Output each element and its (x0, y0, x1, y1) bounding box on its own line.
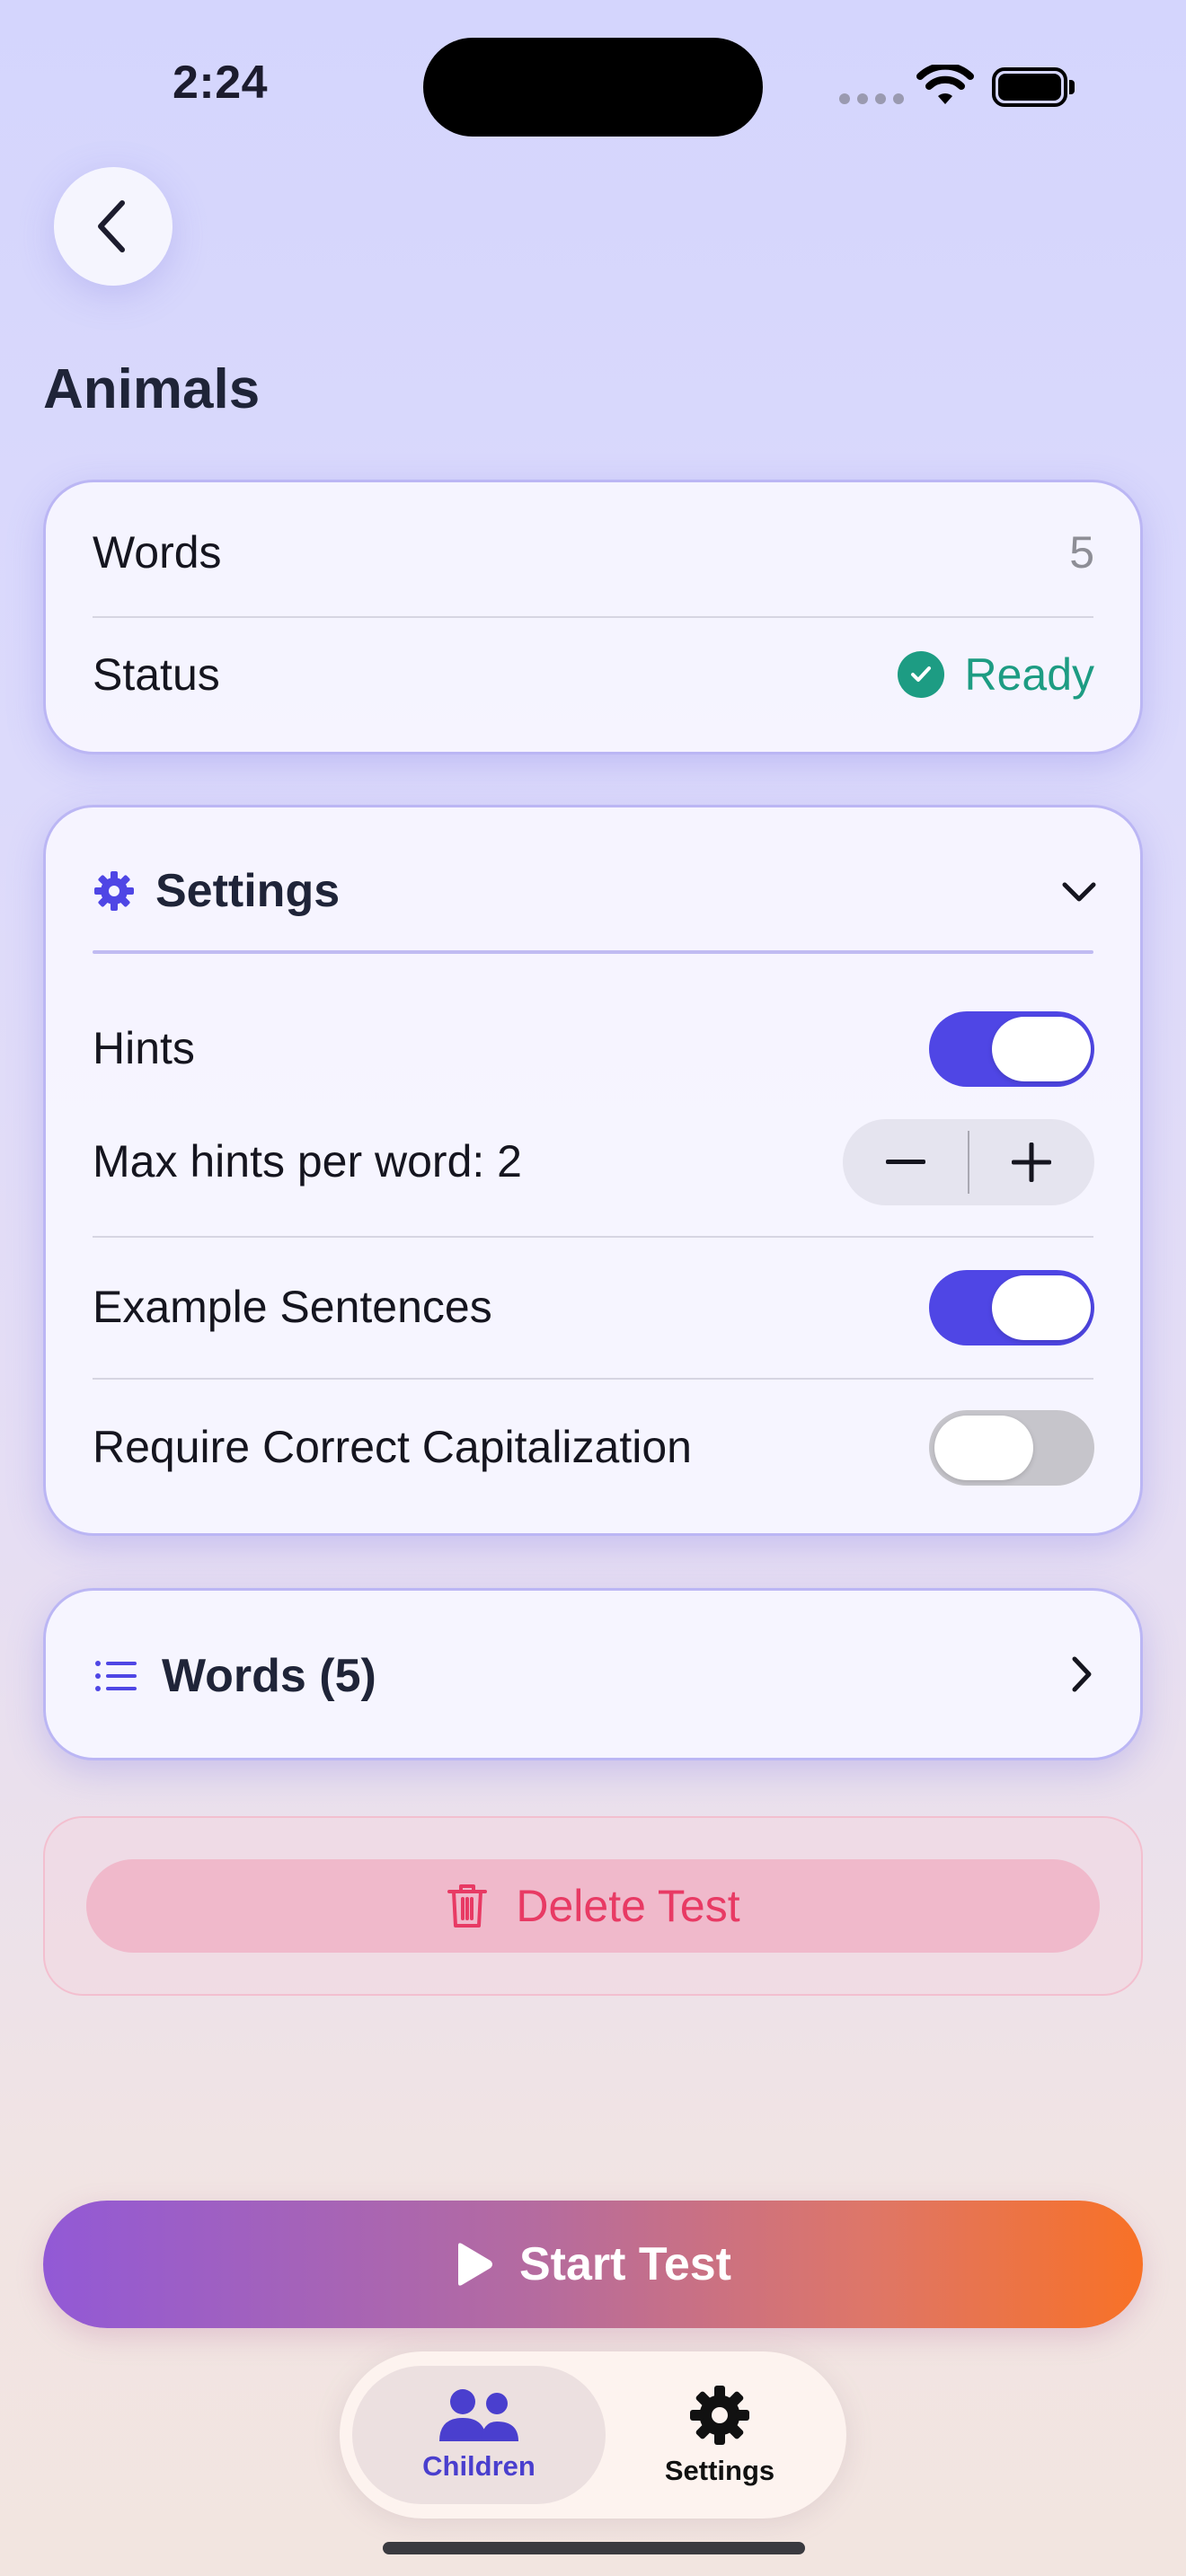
words-count-label: Words (93, 527, 222, 578)
status-value: Ready (964, 649, 1094, 700)
settings-title: Settings (155, 865, 341, 917)
hints-toggle[interactable] (929, 1011, 1094, 1087)
capitalization-label: Require Correct Capitalization (93, 1422, 692, 1472)
example-sentences-toggle[interactable] (929, 1270, 1094, 1345)
checkmark-circle-icon (898, 651, 945, 698)
example-sentences-label: Example Sentences (93, 1282, 492, 1332)
status-time: 2:24 (173, 57, 269, 109)
cellular-signal-icon (839, 93, 904, 104)
gear-icon (690, 2386, 749, 2445)
home-indicator (383, 2542, 805, 2554)
delete-test-label: Delete Test (516, 1881, 740, 1931)
chevron-right-icon (1072, 1656, 1092, 1692)
battery-icon (992, 67, 1075, 107)
divider (93, 616, 1093, 618)
words-count-row: Words 5 (93, 526, 1094, 578)
tab-bar: Children Settings (340, 2351, 846, 2519)
words-link[interactable]: Words (5) (95, 1649, 376, 1703)
gear-icon (94, 871, 134, 911)
wifi-icon (916, 65, 974, 104)
capitalization-toggle[interactable] (929, 1410, 1094, 1486)
words-count-value: 5 (1069, 527, 1094, 578)
start-test-button[interactable]: Start Test (43, 2201, 1143, 2328)
chevron-left-icon (98, 200, 125, 252)
play-icon (458, 2243, 492, 2286)
trash-icon (447, 1884, 488, 1928)
delete-test-button[interactable]: Delete Test (86, 1859, 1100, 1953)
minus-icon (885, 1160, 925, 1164)
back-button[interactable] (54, 167, 173, 286)
settings-header[interactable]: Settings (93, 864, 340, 918)
settings-header-divider (93, 950, 1093, 954)
status-badge: Ready (898, 648, 1094, 701)
people-icon (439, 2389, 518, 2441)
increment-button[interactable] (969, 1119, 1094, 1205)
tab-children[interactable]: Children (352, 2366, 606, 2504)
decrement-button[interactable] (843, 1119, 968, 1205)
page-title: Animals (43, 358, 261, 420)
max-hints-label: Max hints per word: 2 (93, 1136, 522, 1187)
tab-children-label: Children (422, 2450, 535, 2482)
tab-settings[interactable]: Settings (606, 2366, 834, 2504)
chevron-down-icon[interactable] (1060, 878, 1098, 905)
divider (93, 1236, 1093, 1238)
plus-icon (1012, 1142, 1052, 1182)
dynamic-island (423, 38, 763, 137)
words-link-label: Words (5) (162, 1650, 376, 1702)
list-icon (95, 1661, 137, 1691)
status-row: Status Ready (93, 648, 1094, 701)
status-label: Status (93, 649, 220, 700)
start-test-label: Start Test (519, 2238, 731, 2290)
hints-label: Hints (93, 1023, 195, 1073)
max-hints-stepper[interactable] (843, 1119, 1094, 1205)
tab-settings-label: Settings (664, 2455, 775, 2486)
divider (93, 1378, 1093, 1380)
